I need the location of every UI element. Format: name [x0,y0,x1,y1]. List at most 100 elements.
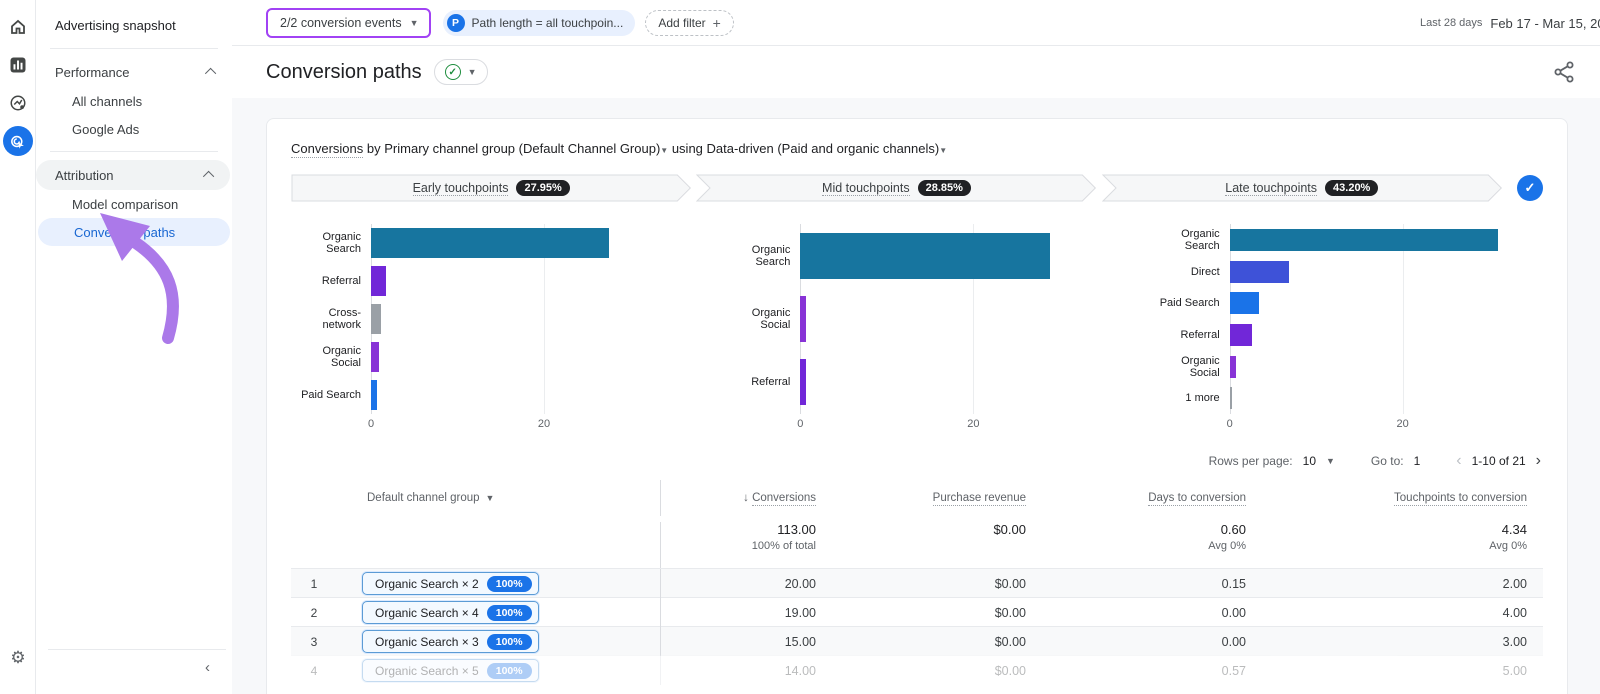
chart-category-label: Referral [321,275,361,287]
collapse-sidebar-icon[interactable]: ‹ [205,659,210,676]
conversions-column-header[interactable]: ↓ Conversions [661,492,816,506]
home-icon[interactable] [3,12,33,42]
rows-per-page-dropdown[interactable]: 10 [1303,454,1316,468]
advertising-selected-circle [2,126,33,156]
sidebar-item-advertising-snapshot[interactable]: Advertising snapshot [36,10,232,40]
channel-path-chip[interactable]: Organic Search × 3 100% [362,630,539,653]
channel-path-chip[interactable]: Organic Search × 5 100% [362,659,539,682]
sidebar-section-performance[interactable]: Performance [36,57,232,87]
next-page-icon[interactable]: › [1536,452,1541,470]
stage-early-touchpoints[interactable]: Early touchpoints 27.95% [291,174,691,202]
prev-page-icon[interactable]: ‹ [1456,452,1461,470]
table-row[interactable]: 3 Organic Search × 3 100% 15.00 $0.00 0.00 3.0… [291,626,1543,656]
reports-icon[interactable] [3,50,33,80]
chart-category-label: Cross-network [322,307,361,331]
touchpoints-column-header[interactable]: Touchpoints to conversion [1246,492,1543,506]
chart-bar[interactable] [1229,260,1290,283]
chart-bar[interactable] [371,266,386,296]
bar-chart-early-touchpoints: Organic Search Referral Cross-network Organ… [291,224,684,438]
sidebar-item-conversion-paths[interactable]: Conversion paths [38,218,230,246]
chevron-down-icon: ▼ [467,67,477,77]
total-revenue: $0.00 [993,522,1026,537]
table-row[interactable]: 4 Organic Search × 5 100% 14.00 $0.00 0.57 5.0… [291,655,1543,685]
plus-icon: + [712,14,721,31]
chart-row: Organic Search [1150,224,1543,256]
chart-category-label: Organic Search [322,231,361,255]
path-cell: Organic Search × 5 100% [337,656,661,685]
sidebar-item-label: Conversion paths [74,224,176,240]
date-range-value: Feb 17 - Mar 15, 2025 [1490,15,1600,31]
chart-bar[interactable] [371,304,382,334]
touchpoints-value: 4.00 [1502,605,1527,620]
path-label: Organic Search × 4 [375,605,479,620]
days-value: 0.15 [1221,576,1246,591]
conversions-value: 15.00 [784,634,816,649]
stage-late-touchpoints[interactable]: Late touchpoints 43.20% [1102,174,1502,202]
chart-category-label: Paid Search [1159,297,1220,310]
table-body: 1 Organic Search × 2 100% 20.00 $0.00 0.15 2.0… [291,568,1543,685]
chart-bar[interactable] [371,380,378,410]
chart-row: Paid Search [291,376,684,414]
revenue-value: $0.00 [994,605,1026,620]
stage-mid-touchpoints[interactable]: Mid touchpoints 28.85% [696,174,1096,202]
sidebar-section-label: Attribution [55,167,114,183]
chart-bar[interactable] [800,232,1051,279]
sidebar-section-label: Performance [55,64,130,80]
chevron-up-icon [204,67,217,80]
path-filter-label: Path length = all touchpoin... [471,15,624,30]
chart-bar[interactable] [1229,292,1260,315]
chart-bar[interactable] [371,342,379,372]
explore-icon[interactable] [3,88,33,118]
sidebar-item-google-ads[interactable]: Google Ads [36,115,232,143]
page-title: Conversion paths [266,60,422,83]
chart-bar[interactable] [1229,387,1233,410]
date-range-picker[interactable]: Last 28 days Feb 17 - Mar 15, 2025 [1420,0,1600,46]
metric-label[interactable]: Conversions [291,141,364,158]
chart-category-label: Organic Search [751,243,791,268]
chart-bar[interactable] [1229,323,1253,346]
chart-row: Organic Search [291,224,684,262]
chart-row: Organic Social [720,287,1113,350]
path-length-filter-chip[interactable]: P Path length = all touchpoin... [442,9,636,36]
chart-bar[interactable] [371,228,609,258]
sidebar-item-all-channels[interactable]: All channels [36,87,232,115]
advertising-icon[interactable] [2,126,33,156]
chevron-down-icon: ▼ [660,146,669,155]
report-status-dropdown[interactable]: ✓ ▼ [433,59,488,85]
sidebar-item-model-comparison[interactable]: Model comparison [36,190,232,218]
chart-bar[interactable] [800,295,806,342]
revenue-column-header[interactable]: Purchase revenue [816,492,1026,506]
share-icon[interactable] [1552,60,1576,89]
chart-category-label: Direct [1190,265,1220,278]
days-column-header[interactable]: Days to conversion [1026,492,1246,506]
main-area: 2/2 conversion events ▼ P Path length = … [232,0,1600,694]
chart-bar[interactable] [800,359,807,406]
chart-row: Cross-network [291,300,684,338]
stages-selected-check-icon[interactable]: ✓ [1516,175,1543,201]
dimension-dropdown[interactable]: Primary channel group (Default Channel G… [384,141,660,156]
path-label: Organic Search × 5 [375,663,479,678]
date-preset-label: Last 28 days [1420,17,1483,29]
goto-page-input[interactable]: 1 [1414,454,1421,468]
chart-bar[interactable] [1229,355,1236,378]
axis-tick-label: 20 [967,418,980,430]
table-row[interactable]: 2 Organic Search × 4 100% 19.00 $0.00 0.00 4.0… [291,597,1543,627]
add-filter-button[interactable]: Add filter + [645,9,734,36]
chart-category-label: Referral [1180,328,1220,341]
sidebar-divider [50,151,218,152]
settings-gear-icon[interactable]: ⚙ [0,648,36,668]
channel-path-chip[interactable]: Organic Search × 4 100% [362,601,539,624]
table-row[interactable]: 1 Organic Search × 2 100% 20.00 $0.00 0.15 2.0… [291,568,1543,598]
chevron-down-icon: ▼ [939,146,948,155]
channel-path-chip[interactable]: Organic Search × 2 100% [362,572,539,595]
goto-label: Go to: [1370,454,1404,468]
attribution-model-dropdown[interactable]: Data-driven (Paid and organic channels) [707,141,940,156]
dimension-column-header[interactable]: Default channel group ▼ [337,480,661,516]
row-number: 4 [310,663,318,678]
chart-bar[interactable] [1229,228,1498,251]
conversion-events-dropdown[interactable]: 2/2 conversion events ▼ [266,7,431,38]
filter-bar: 2/2 conversion events ▼ P Path length = … [232,0,1600,46]
conversion-paths-table: Default channel group ▼ ↓ Conversions Pu… [291,480,1543,685]
sidebar-section-attribution[interactable]: Attribution [36,160,230,190]
static-text: by [366,141,381,156]
